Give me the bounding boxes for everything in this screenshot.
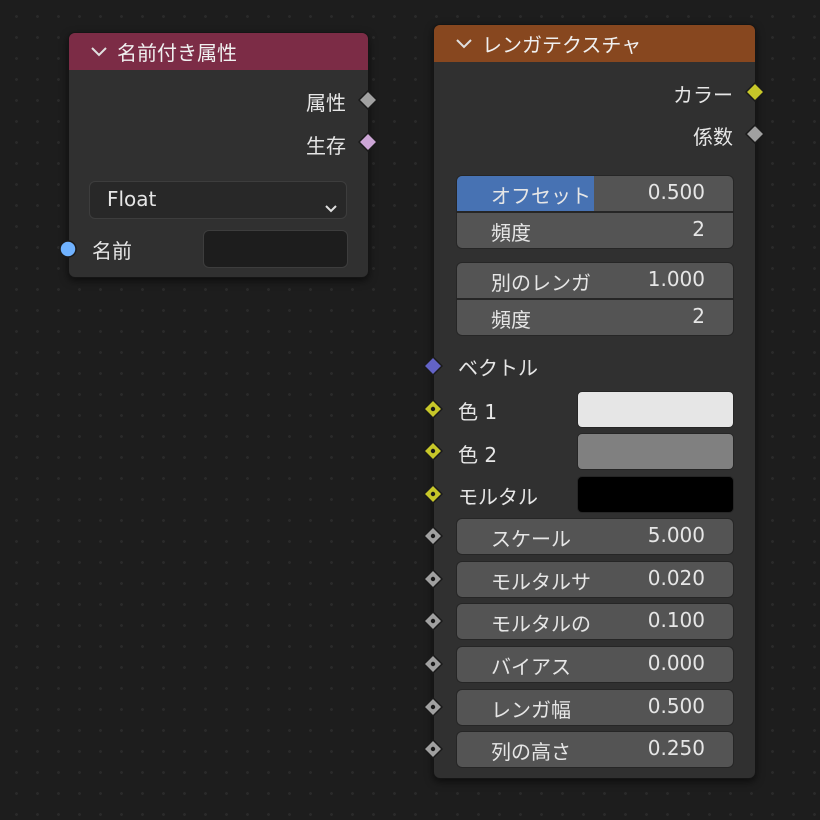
offset-slider[interactable]: オフセット 0.500 — [456, 175, 734, 212]
bias-value: 0.000 — [647, 651, 705, 675]
color2-input-socket[interactable] — [422, 440, 444, 465]
node-title: 名前付き属性 — [117, 41, 237, 65]
mortar-smooth-label: モルタルの — [491, 612, 591, 636]
data-type-value: Float — [107, 187, 157, 211]
mortar-size-input-socket[interactable] — [422, 568, 444, 593]
named-attribute-header[interactable]: 名前付き属性 — [69, 33, 368, 70]
chevron-down-icon[interactable] — [454, 37, 482, 51]
offset-value: 0.500 — [647, 180, 705, 204]
color1-input-socket[interactable] — [422, 398, 444, 423]
name-text-field[interactable] — [203, 230, 348, 268]
mortar-size-field[interactable]: モルタルサ 0.020 — [456, 561, 734, 598]
chevron-down-icon[interactable] — [89, 45, 117, 59]
output-color-label: カラー — [673, 83, 733, 107]
output-attribute-label: 属性 — [306, 91, 346, 115]
chevron-down-icon — [324, 195, 338, 219]
row-height-value: 0.250 — [647, 736, 705, 760]
brick-width-input-socket[interactable] — [422, 696, 444, 721]
mortar-swatch[interactable] — [577, 476, 734, 513]
mortar-size-label: モルタルサ — [491, 570, 591, 594]
row-height-field[interactable]: 列の高さ 0.250 — [456, 731, 734, 768]
name-input-label: 名前 — [92, 239, 132, 263]
squash-label: 別のレンガ — [491, 271, 591, 295]
node-title: レンガテクスチャ — [482, 33, 642, 57]
offset-frequency-field[interactable]: 頻度 2 — [456, 212, 734, 249]
mortar-size-value: 0.020 — [647, 566, 705, 590]
vector-input-label: ベクトル — [458, 356, 538, 380]
scale-label: スケール — [491, 527, 571, 551]
squash-frequency-field[interactable]: 頻度 2 — [456, 299, 734, 336]
brick-width-value: 0.500 — [647, 694, 705, 718]
exists-output-socket[interactable] — [357, 131, 379, 156]
mortar-label: モルタル — [458, 485, 538, 509]
color-output-socket[interactable] — [744, 81, 766, 106]
named-attribute-node[interactable]: 名前付き属性 属性 生存 Float 名前 — [68, 32, 369, 278]
squash-frequency-value: 2 — [692, 304, 705, 328]
factor-output-socket[interactable] — [744, 123, 766, 148]
color1-swatch[interactable] — [577, 391, 734, 428]
output-exists-label: 生存 — [306, 134, 346, 158]
color2-label: 色 2 — [458, 443, 498, 467]
color2-swatch[interactable] — [577, 433, 734, 470]
brick-width-label: レンガ幅 — [491, 698, 571, 722]
attribute-output-socket[interactable] — [357, 89, 379, 114]
offset-frequency-value: 2 — [692, 217, 705, 241]
row-height-label: 列の高さ — [491, 740, 571, 764]
mortar-smooth-field[interactable]: モルタルの 0.100 — [456, 603, 734, 640]
mortar-smooth-input-socket[interactable] — [422, 610, 444, 635]
brick-texture-node[interactable]: レンガテクスチャ カラー 係数 オフセット 0.500 頻度 2 別のレンガ 1… — [433, 24, 756, 779]
bias-label: バイアス — [491, 655, 571, 679]
brick-width-field[interactable]: レンガ幅 0.500 — [456, 689, 734, 726]
squash-frequency-label: 頻度 — [491, 308, 531, 332]
bias-input-socket[interactable] — [422, 653, 444, 678]
color1-label: 色 1 — [458, 400, 498, 424]
data-type-dropdown[interactable]: Float — [89, 181, 347, 219]
offset-label: オフセット — [491, 184, 591, 208]
scale-value: 5.000 — [647, 523, 705, 547]
squash-field[interactable]: 別のレンガ 1.000 — [456, 262, 734, 299]
mortar-input-socket[interactable] — [422, 483, 444, 508]
scale-input-socket[interactable] — [422, 525, 444, 550]
row-height-input-socket[interactable] — [422, 738, 444, 763]
scale-field[interactable]: スケール 5.000 — [456, 518, 734, 555]
brick-texture-header[interactable]: レンガテクスチャ — [434, 25, 755, 62]
mortar-smooth-value: 0.100 — [647, 608, 705, 632]
name-input-socket[interactable] — [58, 239, 78, 263]
offset-frequency-label: 頻度 — [491, 221, 531, 245]
squash-value: 1.000 — [647, 267, 705, 291]
bias-field[interactable]: バイアス 0.000 — [456, 646, 734, 683]
output-factor-label: 係数 — [693, 125, 733, 149]
vector-input-socket[interactable] — [422, 355, 444, 380]
